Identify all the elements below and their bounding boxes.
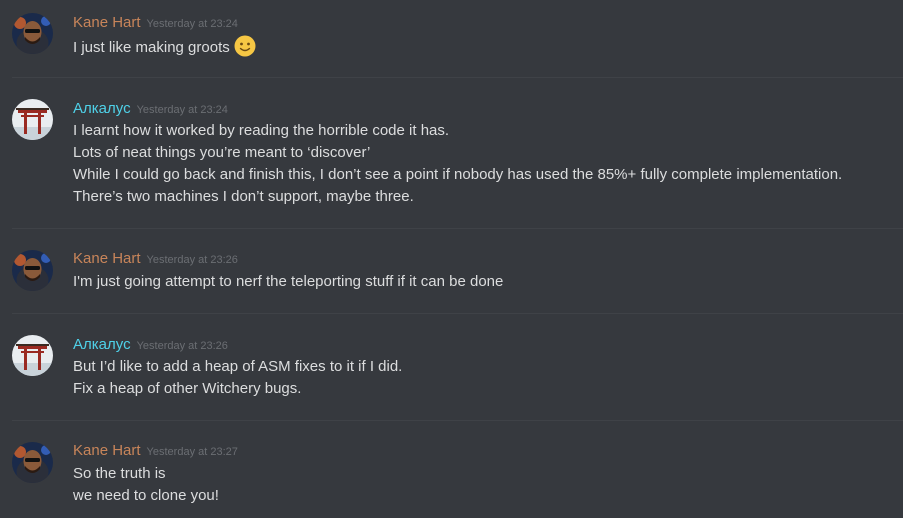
slightly-smiling-face-icon xyxy=(234,35,256,64)
avatar-alkalus[interactable] xyxy=(12,99,53,140)
message-line: Fix a heap of other Witchery bugs. xyxy=(73,380,302,397)
message-line: we need to clone you! xyxy=(73,487,219,504)
chat-messages: Kane Hart Yesterday at 23:24 I just like… xyxy=(0,0,903,518)
avatar-kane-hart[interactable] xyxy=(12,13,53,54)
avatar-alkalus[interactable] xyxy=(12,335,53,376)
message-line: I learnt how it worked by reading the ho… xyxy=(73,122,450,139)
avatar-kane-hart[interactable] xyxy=(12,250,53,291)
message-line: There’s two machines I don’t support, ma… xyxy=(73,188,414,205)
message-divider xyxy=(12,313,903,314)
message-divider xyxy=(12,77,903,78)
message-divider xyxy=(12,420,903,421)
message-line: So the truth is xyxy=(73,465,166,482)
timestamp: Yesterday at 23:24 xyxy=(136,104,228,116)
timestamp: Yesterday at 23:26 xyxy=(136,340,228,352)
timestamp: Yesterday at 23:24 xyxy=(146,18,238,30)
message-line: I'm just going attempt to nerf the telep… xyxy=(73,273,504,290)
message-line: But I’d like to add a heap of ASM fixes … xyxy=(73,358,403,375)
username[interactable]: Kane Hart xyxy=(73,14,141,31)
username[interactable]: Алкалус xyxy=(73,100,131,117)
message-divider xyxy=(12,228,903,229)
message-line: Lots of neat things you’re meant to ‘dis… xyxy=(73,144,371,161)
username[interactable]: Алкалус xyxy=(73,336,131,353)
message-header: Алкалус Yesterday at 23:24 xyxy=(73,100,228,120)
message-text: I just like making groots xyxy=(73,39,230,56)
message-header: Kane Hart Yesterday at 23:24 xyxy=(73,14,238,34)
username[interactable]: Kane Hart xyxy=(73,250,141,267)
message-header: Kane Hart Yesterday at 23:26 xyxy=(73,250,238,270)
message-header: Kane Hart Yesterday at 23:27 xyxy=(73,442,238,462)
message-line: While I could go back and finish this, I… xyxy=(73,166,843,183)
timestamp: Yesterday at 23:27 xyxy=(146,446,238,458)
timestamp: Yesterday at 23:26 xyxy=(146,254,238,266)
message-line: I just like making groots xyxy=(73,35,256,64)
message-header: Алкалус Yesterday at 23:26 xyxy=(73,336,228,356)
username[interactable]: Kane Hart xyxy=(73,442,141,459)
avatar-kane-hart[interactable] xyxy=(12,442,53,483)
